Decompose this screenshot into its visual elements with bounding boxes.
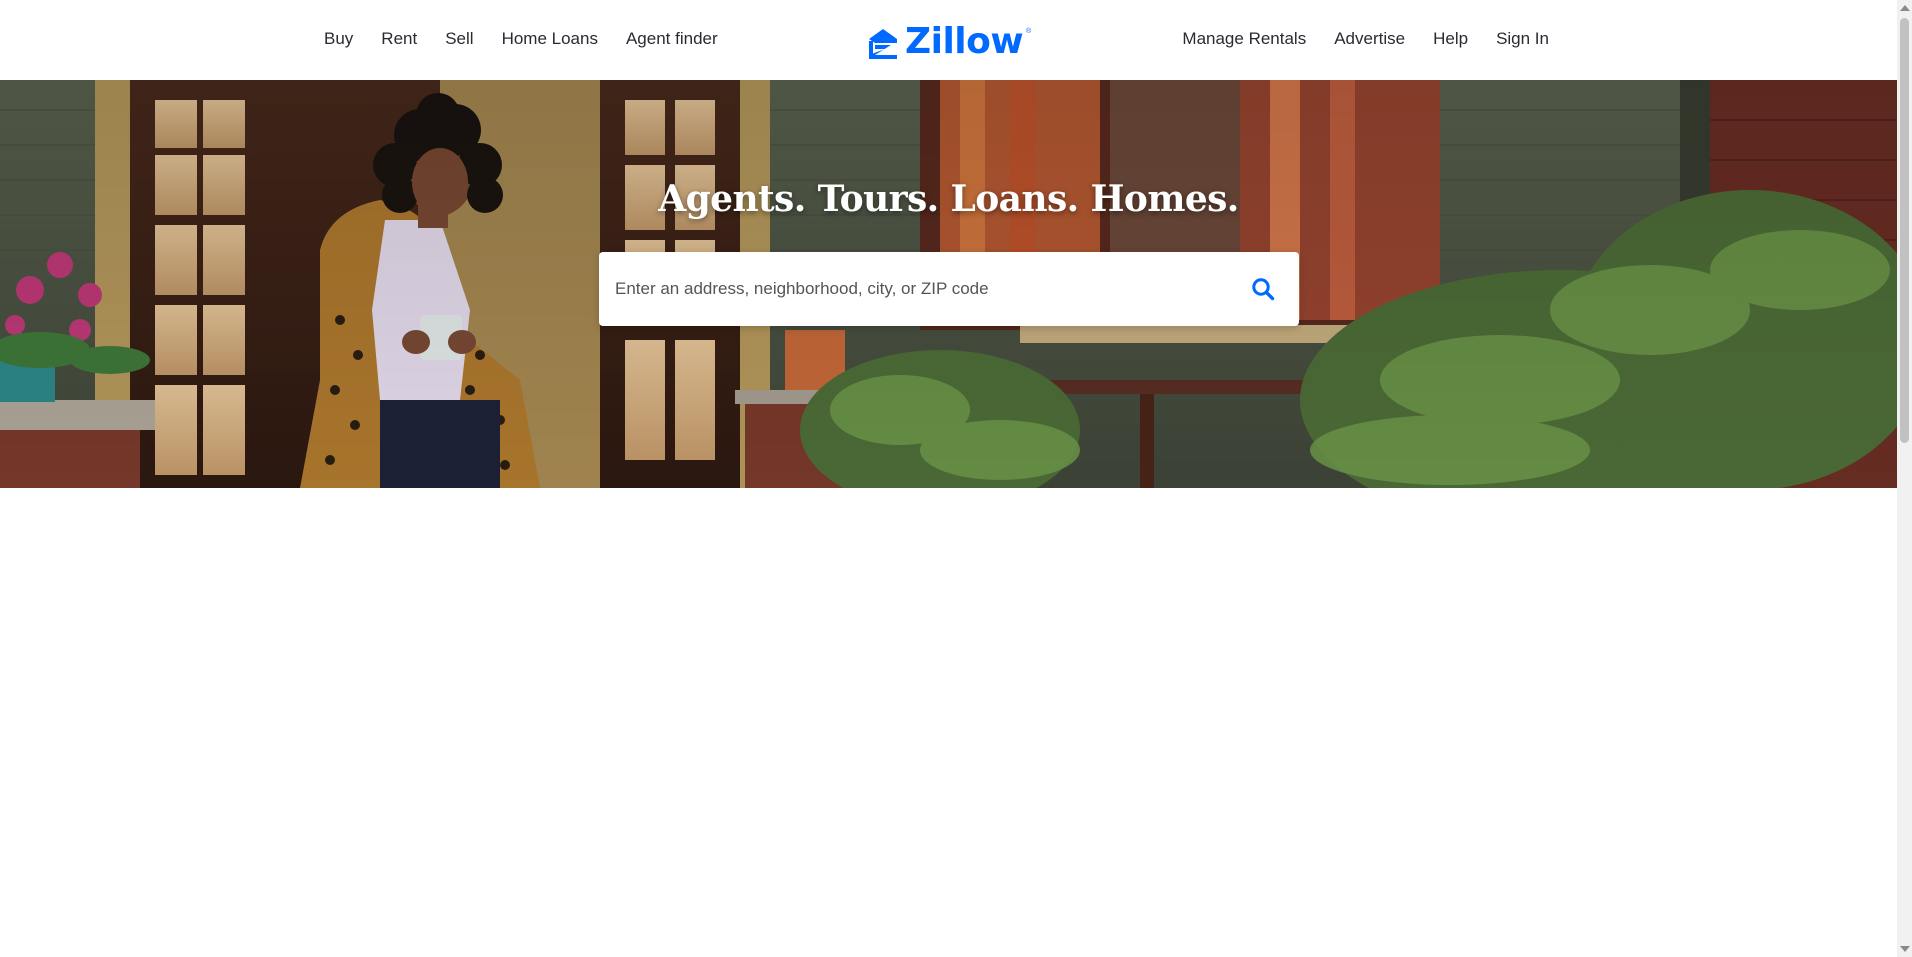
search-icon	[1252, 278, 1275, 301]
page: Buy Rent Sell Home Loans Agent finder Zi…	[0, 0, 1897, 957]
logo-wordmark: Zillow	[905, 21, 1024, 62]
registered-mark-icon: ®	[1025, 28, 1032, 35]
primary-nav: Buy Rent Sell Home Loans Agent finder	[310, 0, 732, 78]
site-header: Buy Rent Sell Home Loans Agent finder Zi…	[0, 0, 1897, 80]
nav-advertise-link[interactable]: Advertise	[1320, 21, 1419, 57]
nav-home-loans-link[interactable]: Home Loans	[488, 21, 612, 57]
scroll-down-icon[interactable]	[1900, 946, 1910, 952]
scrollbar-thumb[interactable]	[1900, 18, 1909, 443]
zillow-house-icon	[869, 29, 897, 59]
nav-agent-finder-link[interactable]: Agent finder	[612, 21, 732, 57]
scroll-up-icon[interactable]	[1900, 5, 1910, 11]
hero-banner: Agents. Tours. Loans. Homes.	[0, 80, 1897, 488]
secondary-nav: Manage Rentals Advertise Help Sign In	[1168, 0, 1563, 78]
nav-buy-link[interactable]: Buy	[310, 21, 367, 57]
zillow-logo[interactable]: Zillow ®	[867, 21, 1031, 62]
nav-manage-rentals-link[interactable]: Manage Rentals	[1168, 21, 1320, 57]
search-button[interactable]	[1241, 267, 1285, 311]
nav-help-link[interactable]: Help	[1419, 21, 1482, 57]
nav-sell-link[interactable]: Sell	[431, 21, 487, 57]
page-scrollbar[interactable]	[1897, 0, 1912, 957]
hero-heading: Agents. Tours. Loans. Homes.	[658, 178, 1239, 220]
nav-rent-link[interactable]: Rent	[367, 21, 431, 57]
search-bar	[599, 252, 1299, 326]
nav-sign-in-link[interactable]: Sign In	[1482, 21, 1563, 57]
search-input[interactable]	[599, 252, 1219, 326]
